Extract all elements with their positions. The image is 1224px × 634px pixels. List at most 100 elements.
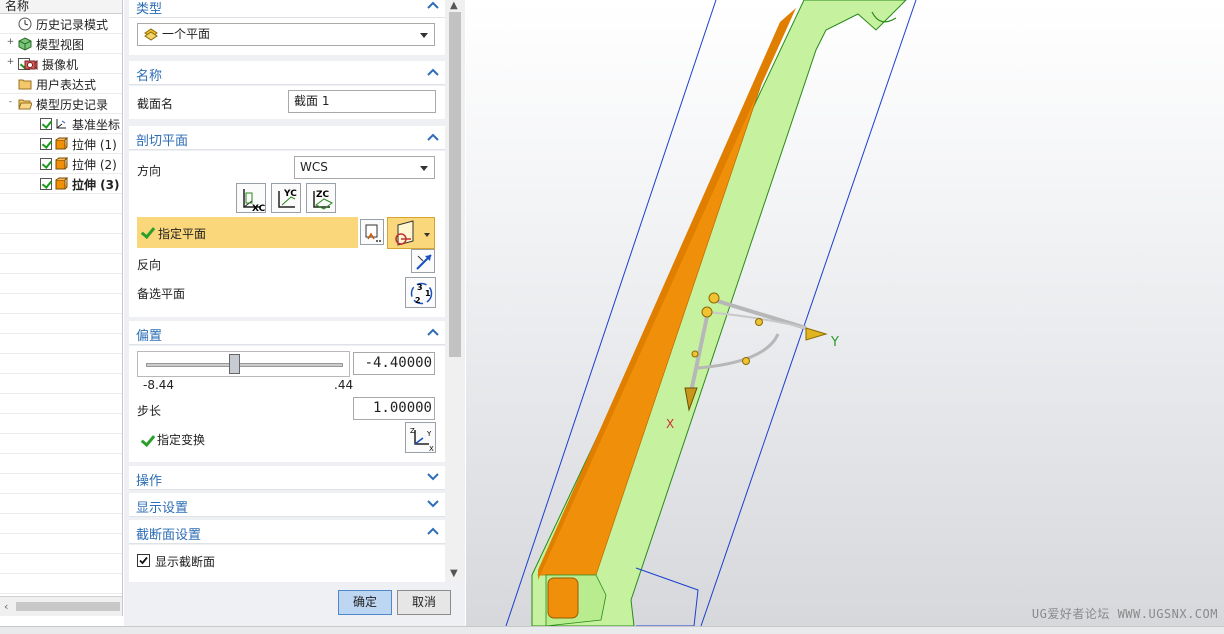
empty-tree-row [0, 274, 122, 294]
svg-text:1: 1 [425, 289, 431, 298]
tree-item[interactable]: 拉伸 (3) [0, 174, 122, 194]
chevron-up-icon[interactable] [427, 133, 439, 141]
cycle-plane-icon: 3 1 2 [410, 282, 433, 305]
chevron-up-icon[interactable] [427, 527, 439, 535]
expand-icon[interactable]: + [6, 58, 15, 67]
axis-label: XC [252, 204, 266, 213]
type-value: 一个平面 [162, 27, 211, 41]
visibility-checkbox[interactable] [40, 158, 52, 170]
empty-tree-row [0, 314, 122, 334]
display-settings-section-header[interactable]: 显示设置 [129, 493, 445, 517]
xc-plane-button[interactable]: XC [236, 183, 266, 213]
plane-icon [395, 220, 430, 246]
offset-section-header[interactable]: 偏置 [129, 321, 445, 345]
section-name-input[interactable]: 截面 1 [288, 90, 436, 113]
xc-plane-icon: XC [243, 189, 266, 213]
specify-plane-row[interactable]: 指定平面 [137, 217, 358, 248]
type-section-body: 一个平面 [129, 18, 445, 55]
yc-plane-icon: YC [278, 189, 297, 208]
tree-item[interactable]: 基准坐标 [0, 114, 122, 134]
empty-tree-row [0, 454, 122, 474]
checkmark-icon [139, 556, 148, 565]
plane-dialog-icon [365, 224, 381, 242]
chevron-down-icon[interactable] [427, 500, 439, 508]
slider-max-label: .44 [334, 378, 354, 392]
tree-item[interactable]: 拉伸 (2) [0, 154, 122, 174]
x-axis-label: X [666, 417, 674, 431]
dialog-vertical-scrollbar[interactable]: ▲ ▼ [445, 0, 465, 582]
tree-item[interactable]: 用户表达式 [0, 74, 122, 94]
name-section-body: 截面名 截面 1 [129, 86, 445, 119]
reverse-direction-button[interactable] [411, 249, 435, 273]
tree-item-label: 拉伸 (2) [72, 158, 117, 172]
collapse-icon[interactable]: - [6, 98, 15, 107]
visibility-checkbox[interactable] [40, 138, 52, 150]
tree-item[interactable]: 拉伸 (1) [0, 134, 122, 154]
empty-tree-row [0, 574, 122, 594]
step-value-input[interactable]: 1.00000 [353, 397, 435, 420]
tree-horizontal-scrollbar[interactable]: ‹ [0, 596, 122, 616]
chevron-up-icon[interactable] [427, 68, 439, 76]
tree-item[interactable]: 历史记录模式 [0, 14, 122, 34]
empty-tree-row [0, 294, 122, 314]
view-section-dialog: 类型 一个平面 名称 截面名 截面 1 剖切平面 方向 WCS XC YC ZC… [124, 0, 465, 626]
chevron-down-icon [420, 166, 428, 171]
direction-dropdown[interactable]: WCS [294, 156, 435, 179]
offset-value-input[interactable]: -4.40000 [353, 352, 435, 375]
tree-item[interactable]: + 摄像机 [0, 54, 122, 74]
tree-header[interactable]: 名称 [0, 0, 122, 14]
empty-tree-row [0, 434, 122, 454]
visibility-checkbox[interactable] [40, 118, 52, 130]
tree-item[interactable]: - 模型历史记录 [0, 94, 122, 114]
inferred-plane-button[interactable] [387, 217, 435, 249]
offset-slider[interactable] [137, 351, 350, 377]
alternate-plane-label: 备选平面 [137, 287, 186, 301]
visibility-checkbox[interactable] [40, 178, 52, 190]
graphics-viewport[interactable]: Y X UG爱好者论坛 WWW.UGSNX.COM [466, 0, 1224, 626]
direction-value: WCS [300, 160, 328, 174]
chevron-up-icon[interactable] [427, 328, 439, 336]
specify-transform-label: 指定变换 [157, 433, 206, 447]
slider-min-label: -8.44 [143, 378, 175, 392]
status-bar [0, 626, 1224, 634]
svg-text:Z: Z [410, 427, 415, 435]
csys-transform-button[interactable]: Z Y X [405, 422, 436, 453]
show-cut-face-checkbox[interactable] [137, 554, 150, 567]
check-icon [141, 227, 153, 237]
chevron-down-icon[interactable] [427, 473, 439, 481]
ok-button[interactable]: 确定 [338, 590, 392, 615]
scroll-down-icon[interactable]: ▼ [450, 568, 458, 579]
cut-plane-section-header[interactable]: 剖切平面 [129, 126, 445, 150]
type-section-header[interactable]: 类型 [129, 0, 445, 18]
operation-section-header[interactable]: 操作 [129, 466, 445, 490]
section-title: 操作 [136, 474, 163, 489]
scroll-up-icon[interactable]: ▲ [450, 0, 458, 11]
chevron-up-icon[interactable] [427, 1, 439, 9]
scrollbar-thumb[interactable] [16, 602, 120, 611]
tree-item-label: 模型历史记录 [36, 98, 109, 112]
empty-tree-row [0, 234, 122, 254]
dialog-footer: 确定 取消 [124, 582, 465, 626]
scrollbar-thumb[interactable] [449, 12, 461, 357]
name-section-header[interactable]: 名称 [129, 61, 445, 85]
section-title: 剖切平面 [136, 134, 189, 149]
empty-tree-row [0, 534, 122, 554]
cycle-plane-button[interactable]: 3 1 2 [405, 277, 436, 308]
svg-text:3: 3 [417, 283, 423, 292]
model-view[interactable]: Y X [466, 0, 1224, 626]
axis-label: YC [283, 189, 297, 199]
cut-face-section-header[interactable]: 截断面设置 [129, 520, 445, 544]
empty-tree-row [0, 514, 122, 534]
yc-plane-button[interactable]: YC [271, 183, 301, 213]
expand-icon[interactable]: + [6, 38, 15, 47]
tree-item[interactable]: + 模型视图 [0, 34, 122, 54]
scroll-left-icon[interactable]: ‹ [4, 600, 8, 613]
tree-item-label: 拉伸 (1) [72, 138, 117, 152]
slider-knob[interactable] [229, 354, 241, 374]
cut-face-section-body: 显示截断面 [129, 545, 445, 582]
zc-plane-button[interactable]: ZC [306, 183, 336, 213]
cancel-button[interactable]: 取消 [397, 590, 451, 615]
type-dropdown[interactable]: 一个平面 [137, 23, 435, 46]
check-icon [141, 435, 153, 445]
plane-dialog-button[interactable] [360, 219, 384, 245]
